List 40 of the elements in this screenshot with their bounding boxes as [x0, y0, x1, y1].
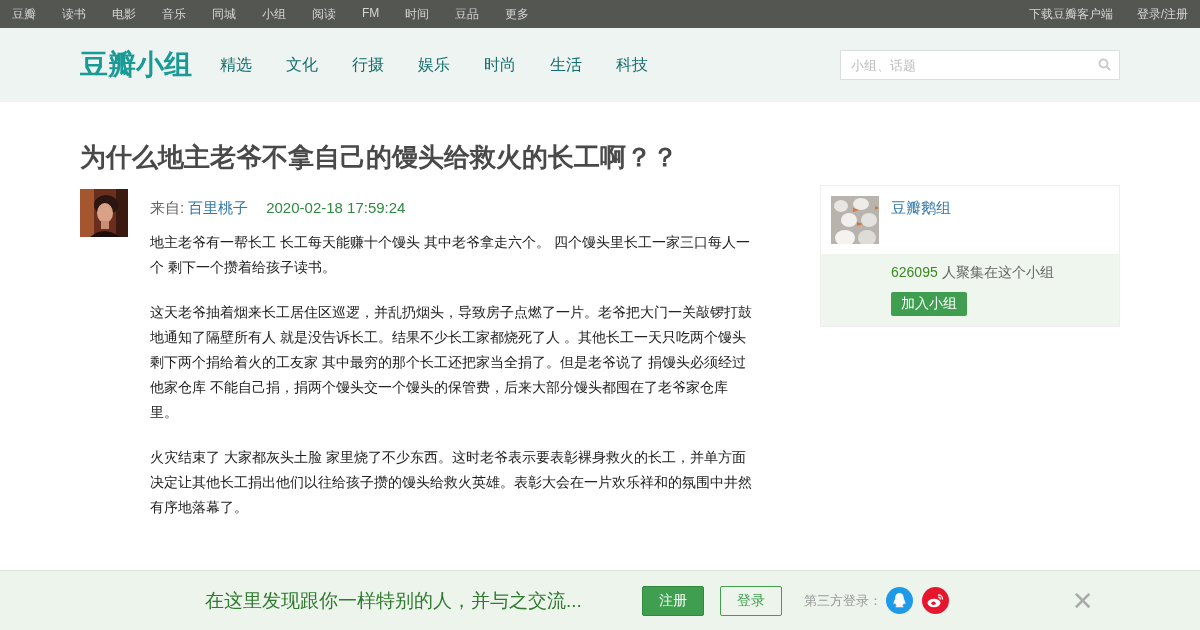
join-group-button[interactable]: 加入小组	[891, 292, 967, 316]
nav-link[interactable]: 行摄	[352, 54, 384, 76]
third-party-label: 第三方登录：	[803, 591, 882, 610]
nav-link[interactable]: 生活	[550, 54, 582, 76]
top-nav-link[interactable]: 电影	[112, 5, 136, 23]
top-nav-link[interactable]: FM	[362, 5, 380, 23]
member-text: 人聚集在这个小组	[941, 264, 1054, 280]
post-title: 为什么地主老爷不拿自己的馒头给救火的长工啊？？	[80, 141, 679, 174]
nav-link[interactable]: 时尚	[484, 54, 516, 76]
post-time: 2020-02-18 17:59:24	[266, 199, 406, 216]
search-icon[interactable]	[1098, 58, 1111, 71]
post-paragraph: 火灾结束了 大家都灰头土脸 家里烧了不少东西。这时老爷表示要表彰裸身救火的长工，并单方面决定让其他长工捐出他们以往给孩子攒的馒头给救火英雄。表彰大会在一片欢乐祥和的氛围中井然有序地落幕了。	[150, 448, 753, 517]
register-button[interactable]: 注册	[641, 585, 704, 616]
top-nav-link[interactable]: 登录/注册	[1136, 5, 1188, 23]
member-count: 626095	[891, 264, 938, 280]
top-nav-link[interactable]: 下载豆瓣客户端	[1028, 5, 1113, 23]
weibo-icon[interactable]	[921, 587, 949, 614]
top-nav-link[interactable]: 时间	[405, 5, 430, 23]
nav-link[interactable]: 文化	[286, 54, 318, 76]
top-nav-link[interactable]: 豆品	[455, 5, 480, 23]
search-field[interactable]: 小组、话题	[840, 50, 1120, 80]
top-nav-link[interactable]: 音乐	[162, 5, 186, 23]
top-nav-link[interactable]: 更多	[505, 5, 530, 23]
top-nav-link[interactable]: 读书	[62, 5, 86, 23]
login-button[interactable]: 登录	[719, 585, 782, 616]
top-nav-link[interactable]: 阅读	[312, 5, 336, 23]
from-label: 来自:	[150, 199, 185, 216]
penguin-icon[interactable]	[885, 587, 913, 614]
author-link[interactable]: 百里桃子	[188, 199, 249, 216]
site-logo[interactable]: 豆瓣小组	[80, 46, 192, 84]
nav-link[interactable]: 精选	[220, 54, 252, 76]
post-paragraph: 这天老爷抽着烟来长工居住区巡逻，并乱扔烟头，导致房子点燃了一片。老爷把大门一关敲锣打鼓地通知了隔壁所有人 就是没告诉长工。结果不少长工家都烧死了人 。其他长工一天只吃两个馒头剩下两个捐给着火的工友家 其中最穷的那个长工还把家当全捐了。但是老爷说了 捐馒头必须经过他家仓库 不能自己捐，捐两个馒头交一个馒头的保管费，后来大部分馒头都囤在了老爷家仓库里。	[150, 303, 753, 422]
banner-slogan: 在这里发现跟你一样特别的人，并与之交流...	[205, 588, 582, 613]
top-nav-link[interactable]: 同城	[212, 5, 236, 23]
top-nav-link[interactable]: 小组	[262, 5, 286, 23]
group-name-link[interactable]: 豆瓣鹅组	[891, 199, 951, 218]
nav-link[interactable]: 科技	[616, 54, 648, 76]
top-nav-link[interactable]: 豆瓣	[12, 5, 36, 23]
nav-link[interactable]: 娱乐	[418, 54, 450, 76]
post-paragraph: 地主老爷有一帮长工 长工每天能赚十个馒头 其中老爷拿走六个。 四个馒头里长工一家三口每人一个 剩下一个攒着给孩子读书。	[150, 233, 751, 277]
